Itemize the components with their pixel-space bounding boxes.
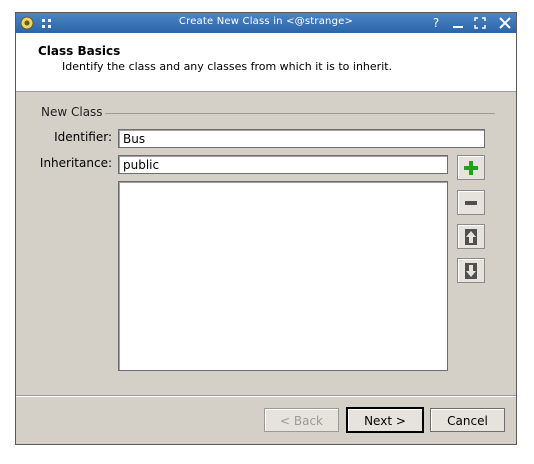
maximize-icon[interactable] bbox=[472, 15, 488, 31]
inheritance-label: Inheritance: bbox=[39, 156, 112, 170]
add-inheritance-button[interactable] bbox=[457, 155, 485, 180]
identifier-label: Identifier: bbox=[54, 130, 112, 144]
minimize-icon[interactable] bbox=[450, 15, 466, 31]
back-button[interactable]: < Back bbox=[264, 408, 339, 432]
wizard-header: Class Basics Identify the class and any … bbox=[16, 33, 516, 92]
move-up-button[interactable] bbox=[457, 224, 485, 249]
dialog-window: Create New Class in <@strange> ? Class B… bbox=[15, 12, 517, 445]
help-icon[interactable]: ? bbox=[428, 15, 444, 31]
group-label: New Class bbox=[41, 105, 103, 119]
next-button[interactable]: Next > bbox=[347, 408, 423, 432]
page-title: Class Basics bbox=[38, 44, 121, 58]
footer-divider bbox=[16, 395, 516, 396]
grip-icon bbox=[42, 18, 52, 28]
remove-inheritance-button[interactable] bbox=[457, 190, 485, 215]
cancel-button[interactable]: Cancel bbox=[430, 408, 505, 432]
page-subtitle: Identify the class and any classes from … bbox=[62, 60, 393, 73]
inheritance-list[interactable] bbox=[118, 181, 448, 371]
app-icon[interactable] bbox=[19, 15, 35, 31]
window-title: Create New Class in <@strange> bbox=[178, 16, 354, 27]
close-icon[interactable] bbox=[497, 15, 513, 31]
move-down-button[interactable] bbox=[457, 258, 485, 283]
title-bar[interactable]: Create New Class in <@strange> ? bbox=[16, 13, 516, 33]
group-divider bbox=[105, 113, 495, 114]
inheritance-field[interactable] bbox=[118, 155, 448, 174]
identifier-field[interactable] bbox=[118, 129, 485, 148]
